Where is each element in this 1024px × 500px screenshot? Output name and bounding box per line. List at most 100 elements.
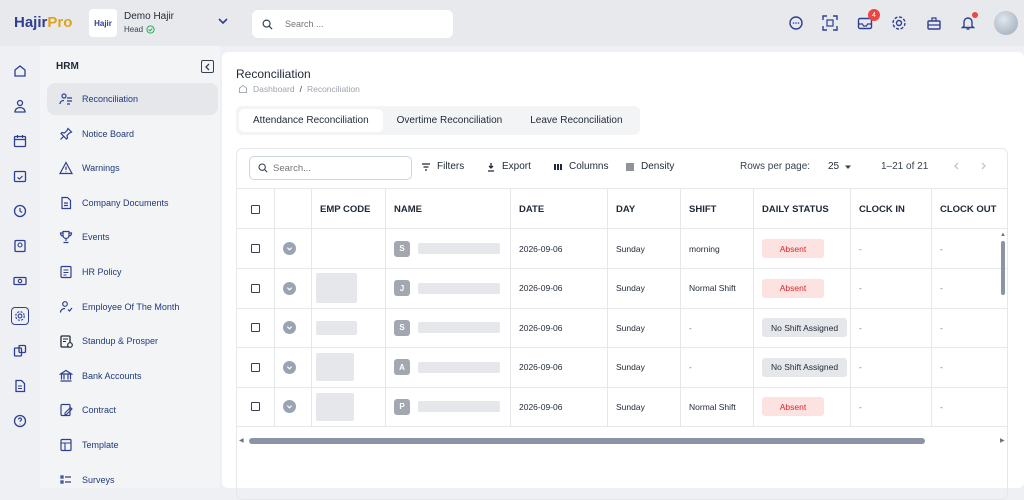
expand-row-button[interactable] <box>283 360 296 374</box>
rows-per-page-select[interactable]: 25 <box>828 161 852 172</box>
document-icon[interactable] <box>11 377 29 395</box>
row-checkbox[interactable] <box>251 323 260 333</box>
sidebar-item-hr-policy[interactable]: HR Policy <box>47 256 218 288</box>
row-checkbox-cell[interactable] <box>237 348 274 387</box>
horizontal-scrollbar[interactable] <box>249 438 925 444</box>
select-all-checkbox[interactable] <box>251 204 260 214</box>
sidebar-item-contract[interactable]: Contract <box>47 394 218 426</box>
collapse-sidebar-button[interactable] <box>201 60 214 73</box>
cell-name[interactable]: S <box>385 229 510 268</box>
briefcase-icon[interactable] <box>925 14 943 32</box>
col-clock-in[interactable]: CLOCK IN <box>850 189 931 229</box>
expand-cell[interactable] <box>274 347 311 387</box>
columns-button[interactable]: Columns <box>553 161 608 172</box>
expand-row-button[interactable] <box>283 400 296 414</box>
tab-attendance-reconciliation[interactable]: Attendance Reconciliation <box>239 109 383 132</box>
select-all-checkbox-cell[interactable] <box>237 189 274 229</box>
table-row[interactable]: P 2026-09-06 Sunday Normal Shift Absent - - <box>237 387 1007 428</box>
expand-cell[interactable] <box>274 387 311 427</box>
filters-button[interactable]: Filters <box>421 161 464 172</box>
help-icon[interactable] <box>11 412 29 430</box>
grid-search-input[interactable] <box>273 162 403 174</box>
home-icon[interactable] <box>11 62 29 80</box>
inbox-icon[interactable]: 4 <box>856 9 880 32</box>
clock-in-value: - <box>859 322 862 333</box>
tab-leave-reconciliation[interactable]: Leave Reconciliation <box>516 109 636 132</box>
report-icon[interactable] <box>11 237 29 255</box>
scroll-left-arrow[interactable]: ◀ <box>239 437 244 444</box>
row-checkbox-cell[interactable] <box>237 269 274 308</box>
qr-scan-icon[interactable] <box>821 14 839 32</box>
scroll-right-arrow[interactable]: ▶ <box>1000 437 1005 444</box>
table-row[interactable]: S 2026-09-06 Sunday - No Shift Assigned - - <box>237 308 1007 349</box>
row-checkbox-cell[interactable] <box>237 308 274 347</box>
chevron-down-icon[interactable] <box>218 16 228 26</box>
row-checkbox[interactable] <box>251 244 260 253</box>
row-checkbox[interactable] <box>251 362 260 372</box>
col-name[interactable]: NAME <box>385 189 510 229</box>
table-row[interactable]: A 2026-09-06 Sunday - No Shift Assigned - - <box>237 347 1007 388</box>
global-search-input[interactable] <box>285 19 435 29</box>
expand-cell[interactable] <box>274 229 311 268</box>
sidebar-item-notice-board[interactable]: Notice Board <box>47 118 218 150</box>
money-icon[interactable] <box>11 272 29 290</box>
avatar[interactable] <box>994 11 1018 35</box>
table-row[interactable]: J 2026-09-06 Sunday Normal Shift Absent - - <box>237 268 1007 309</box>
cell-name[interactable]: J <box>385 268 510 308</box>
col-day[interactable]: DAY <box>607 189 680 229</box>
col-date[interactable]: DATE <box>510 189 607 229</box>
col-emp-code[interactable]: EMP CODE <box>311 189 385 229</box>
hrm-icon[interactable] <box>11 307 29 325</box>
bell-icon[interactable] <box>959 12 978 32</box>
calendar-check-icon[interactable] <box>11 167 29 185</box>
home-icon[interactable] <box>238 84 248 94</box>
sidebar-item-warnings[interactable]: Warnings <box>47 152 218 184</box>
sidebar-item-template[interactable]: Template <box>47 429 218 461</box>
row-checkbox[interactable] <box>251 283 260 293</box>
org-name: Demo Hajir <box>124 11 175 22</box>
expand-row-button[interactable] <box>283 321 296 335</box>
sidebar-item-company-documents[interactable]: Company Documents <box>47 187 218 219</box>
next-page-button[interactable] <box>979 162 987 173</box>
export-button[interactable]: Export <box>486 161 531 172</box>
cell-name[interactable]: P <box>385 387 510 427</box>
org-switcher[interactable]: Hajir Demo Hajir Head <box>89 9 174 37</box>
app-logo[interactable]: HajirPro <box>14 14 72 31</box>
gear-icon[interactable] <box>890 14 908 32</box>
cell-name[interactable]: A <box>385 347 510 387</box>
employee-initial-avatar: A <box>394 359 410 376</box>
breadcrumb-dashboard[interactable]: Dashboard <box>253 84 295 94</box>
col-shift[interactable]: SHIFT <box>680 189 753 229</box>
clock-icon[interactable] <box>11 202 29 220</box>
tab-overtime-reconciliation[interactable]: Overtime Reconciliation <box>383 109 517 132</box>
chevron-down-icon <box>286 366 293 370</box>
expand-cell[interactable] <box>274 268 311 308</box>
expand-cell[interactable] <box>274 308 311 348</box>
sidebar-item-standup-prosper[interactable]: Standup & Prosper <box>47 325 218 357</box>
sidebar-item-bank-accounts[interactable]: Bank Accounts <box>47 360 218 392</box>
grid-search[interactable] <box>249 156 412 180</box>
expand-row-button[interactable] <box>283 281 296 295</box>
calendar-icon[interactable] <box>11 132 29 150</box>
global-search[interactable] <box>252 10 453 38</box>
sidebar-item-surveys[interactable]: Surveys <box>47 464 218 496</box>
assets-icon[interactable] <box>11 342 29 360</box>
prev-page-button[interactable] <box>953 162 961 173</box>
row-checkbox[interactable] <box>251 402 260 412</box>
cell-shift: Normal Shift <box>680 268 753 308</box>
sidebar-item-events[interactable]: Events <box>47 221 218 253</box>
col-clock-out[interactable]: CLOCK OUT <box>931 189 1007 229</box>
vertical-scrollbar[interactable] <box>1001 241 1005 295</box>
cell-name[interactable]: S <box>385 308 510 348</box>
sidebar-item-employee-of-the-month[interactable]: Employee Of The Month <box>47 291 218 323</box>
col-daily-status[interactable]: DAILY STATUS <box>753 189 850 229</box>
scroll-up-arrow[interactable]: ▲ <box>1000 232 1006 238</box>
density-button[interactable]: Density <box>625 161 674 172</box>
people-icon[interactable] <box>11 97 29 115</box>
row-checkbox-cell[interactable] <box>237 229 274 268</box>
sidebar-item-reconciliation[interactable]: Reconciliation <box>47 83 218 115</box>
expand-row-button[interactable] <box>283 242 296 255</box>
table-row[interactable]: S 2026-09-06 Sunday morning Absent - - <box>237 229 1007 269</box>
row-checkbox-cell[interactable] <box>237 387 274 426</box>
chat-icon[interactable] <box>787 14 805 32</box>
